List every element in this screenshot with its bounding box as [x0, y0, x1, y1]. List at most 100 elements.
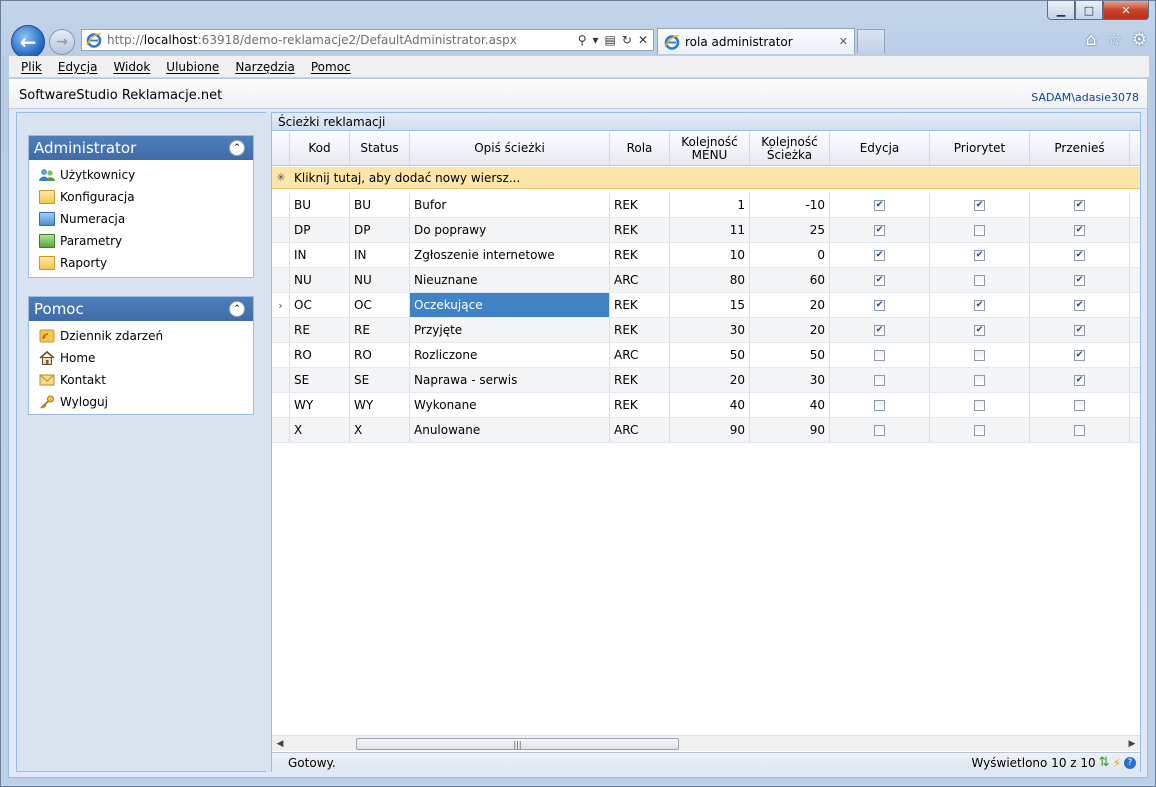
scrollbar-thumb[interactable]: ||| — [356, 738, 679, 750]
cell-kolejnosc-sciezka[interactable]: 30 — [750, 368, 830, 392]
cell-rola[interactable]: REK — [610, 393, 670, 417]
cell-kod[interactable]: WY — [290, 393, 350, 417]
edycja-checkbox[interactable]: ✔ — [874, 249, 885, 261]
cell-kolejnosc-sciezka[interactable]: 20 — [750, 318, 830, 342]
sidebar-item-dziennik[interactable]: Dziennik zdarzeń — [29, 325, 253, 347]
cell-kolejnosc-sciezka[interactable]: 50 — [750, 343, 830, 367]
browser-tab[interactable]: rola administrator ✕ — [657, 28, 855, 54]
back-button[interactable]: ← — [11, 25, 45, 59]
edycja-checkbox[interactable]: ✔ — [874, 324, 885, 336]
przenies-checkbox[interactable]: ✔ — [1074, 374, 1085, 386]
new-tab-button[interactable] — [857, 29, 885, 53]
przenies-checkbox[interactable] — [1074, 424, 1085, 436]
cell-kolejnosc-sciezka[interactable]: 60 — [750, 268, 830, 292]
przenies-checkbox[interactable]: ✔ — [1074, 249, 1085, 261]
menu-pomoc[interactable]: Pomoc — [311, 60, 351, 74]
table-row[interactable]: IN IN Zgłoszenie internetowe REK 10 0 ✔ ✔ ✔ — [272, 243, 1140, 268]
table-row[interactable]: WY WY Wykonane REK 40 40 — [272, 393, 1140, 418]
cell-opis[interactable]: Do poprawy — [410, 218, 610, 242]
menu-ulubione[interactable]: Ulubione — [166, 60, 219, 74]
scroll-left-icon[interactable]: ◀ — [272, 739, 288, 749]
table-row[interactable]: › OC OC Oczekujące REK 15 20 ✔ ✔ ✔ — [272, 293, 1140, 318]
sidebar-item-home[interactable]: Home — [29, 347, 253, 369]
header-priorytet[interactable]: Priorytet — [930, 132, 1030, 165]
cell-rola[interactable]: REK — [610, 318, 670, 342]
new-row[interactable]: ✳ Kliknij tutaj, aby dodać nowy wiersz..… — [272, 167, 1140, 189]
przenies-checkbox[interactable]: ✔ — [1074, 349, 1085, 361]
table-row[interactable]: X X Anulowane ARC 90 90 — [272, 418, 1140, 443]
cell-opis[interactable]: Naprawa - serwis — [410, 368, 610, 392]
cell-opis[interactable]: Przyjęte — [410, 318, 610, 342]
cell-kod[interactable]: BU — [290, 193, 350, 217]
cell-kolejnosc-sciezka[interactable]: 20 — [750, 293, 830, 317]
cell-kod[interactable]: RO — [290, 343, 350, 367]
favorites-star-icon[interactable]: ☆ — [1107, 30, 1122, 50]
cell-kolejnosc-menu[interactable]: 80 — [670, 268, 750, 292]
collapse-icon[interactable]: ⌃ — [229, 301, 245, 317]
cell-rola[interactable]: ARC — [610, 268, 670, 292]
cell-kolejnosc-menu[interactable]: 10 — [670, 243, 750, 267]
menu-edycja[interactable]: Edycja — [58, 60, 98, 74]
cell-opis[interactable]: Rozliczone — [410, 343, 610, 367]
cell-kod[interactable]: SE — [290, 368, 350, 392]
przenies-checkbox[interactable] — [1074, 399, 1085, 411]
cell-rola[interactable]: ARC — [610, 418, 670, 442]
priorytet-checkbox[interactable] — [974, 399, 985, 411]
cell-status[interactable]: WY — [350, 393, 410, 417]
refresh-icon[interactable]: ↻ — [622, 33, 632, 47]
cell-opis[interactable]: Nieuznane — [410, 268, 610, 292]
table-row[interactable]: SE SE Naprawa - serwis REK 20 30 ✔ — [272, 368, 1140, 393]
menu-widok[interactable]: Widok — [113, 60, 150, 74]
edycja-checkbox[interactable] — [874, 424, 885, 436]
priorytet-checkbox[interactable] — [974, 224, 985, 236]
priorytet-checkbox[interactable] — [974, 349, 985, 361]
cell-status[interactable]: RO — [350, 343, 410, 367]
cell-kolejnosc-sciezka[interactable]: 25 — [750, 218, 830, 242]
cell-kod[interactable]: NU — [290, 268, 350, 292]
table-row[interactable]: BU BU Bufor REK 1 -10 ✔ ✔ ✔ — [272, 193, 1140, 218]
priorytet-checkbox[interactable] — [974, 424, 985, 436]
edycja-checkbox[interactable]: ✔ — [874, 274, 885, 286]
cell-status[interactable]: X — [350, 418, 410, 442]
gear-icon[interactable]: ⚙ — [1132, 30, 1147, 50]
table-row[interactable]: RO RO Rozliczone ARC 50 50 ✔ — [272, 343, 1140, 368]
cell-kolejnosc-menu[interactable]: 11 — [670, 218, 750, 242]
cell-kolejnosc-menu[interactable]: 1 — [670, 193, 750, 217]
filter-icon[interactable]: ⚡ — [1113, 756, 1121, 770]
sidebar-item-wyloguj[interactable]: Wyloguj — [29, 391, 253, 413]
edycja-checkbox[interactable] — [874, 374, 885, 386]
cell-rola[interactable]: REK — [610, 218, 670, 242]
sidebar-item-numeracja[interactable]: Numeracja — [29, 208, 253, 230]
sidebar-item-kontakt[interactable]: Kontakt — [29, 369, 253, 391]
przenies-checkbox[interactable]: ✔ — [1074, 299, 1085, 311]
scroll-right-icon[interactable]: ▶ — [1124, 739, 1140, 749]
compat-view-icon[interactable]: ▤ — [605, 33, 616, 47]
priorytet-checkbox[interactable] — [974, 274, 985, 286]
sidebar-item-konfiguracja[interactable]: Konfiguracja — [29, 186, 253, 208]
cell-kolejnosc-menu[interactable]: 20 — [670, 368, 750, 392]
przenies-checkbox[interactable]: ✔ — [1074, 274, 1085, 286]
cell-status[interactable]: IN — [350, 243, 410, 267]
cell-opis[interactable]: Bufor — [410, 193, 610, 217]
przenies-checkbox[interactable]: ✔ — [1074, 224, 1085, 236]
cell-opis[interactable]: Anulowane — [410, 418, 610, 442]
search-icon[interactable]: ⚲ — [578, 33, 587, 47]
help-icon[interactable]: ? — [1124, 756, 1136, 769]
cell-kolejnosc-sciezka[interactable]: 90 — [750, 418, 830, 442]
cell-kod[interactable]: RE — [290, 318, 350, 342]
header-status[interactable]: Status — [350, 132, 410, 165]
priorytet-checkbox[interactable]: ✔ — [974, 299, 985, 311]
priorytet-checkbox[interactable]: ✔ — [974, 249, 985, 261]
address-bar[interactable]: http://localhost:63918/demo-reklamacje2/… — [81, 29, 654, 51]
header-kolejnosc-sciezka[interactable]: Kolejność Ścieżka — [750, 132, 830, 165]
collapse-icon[interactable]: ⌃ — [229, 140, 245, 156]
sidebar-item-raporty[interactable]: Raporty — [29, 252, 253, 274]
home-icon[interactable]: ⌂ — [1086, 30, 1097, 50]
tab-close-icon[interactable]: ✕ — [839, 35, 848, 48]
menu-narzedzia[interactable]: Narzędzia — [235, 60, 295, 74]
maximize-button[interactable]: □ — [1075, 1, 1103, 20]
forward-button[interactable]: → — [49, 29, 75, 55]
cell-kolejnosc-sciezka[interactable]: 40 — [750, 393, 830, 417]
cell-rola[interactable]: ARC — [610, 343, 670, 367]
refresh-green-icon[interactable]: ⇅ — [1099, 755, 1110, 770]
